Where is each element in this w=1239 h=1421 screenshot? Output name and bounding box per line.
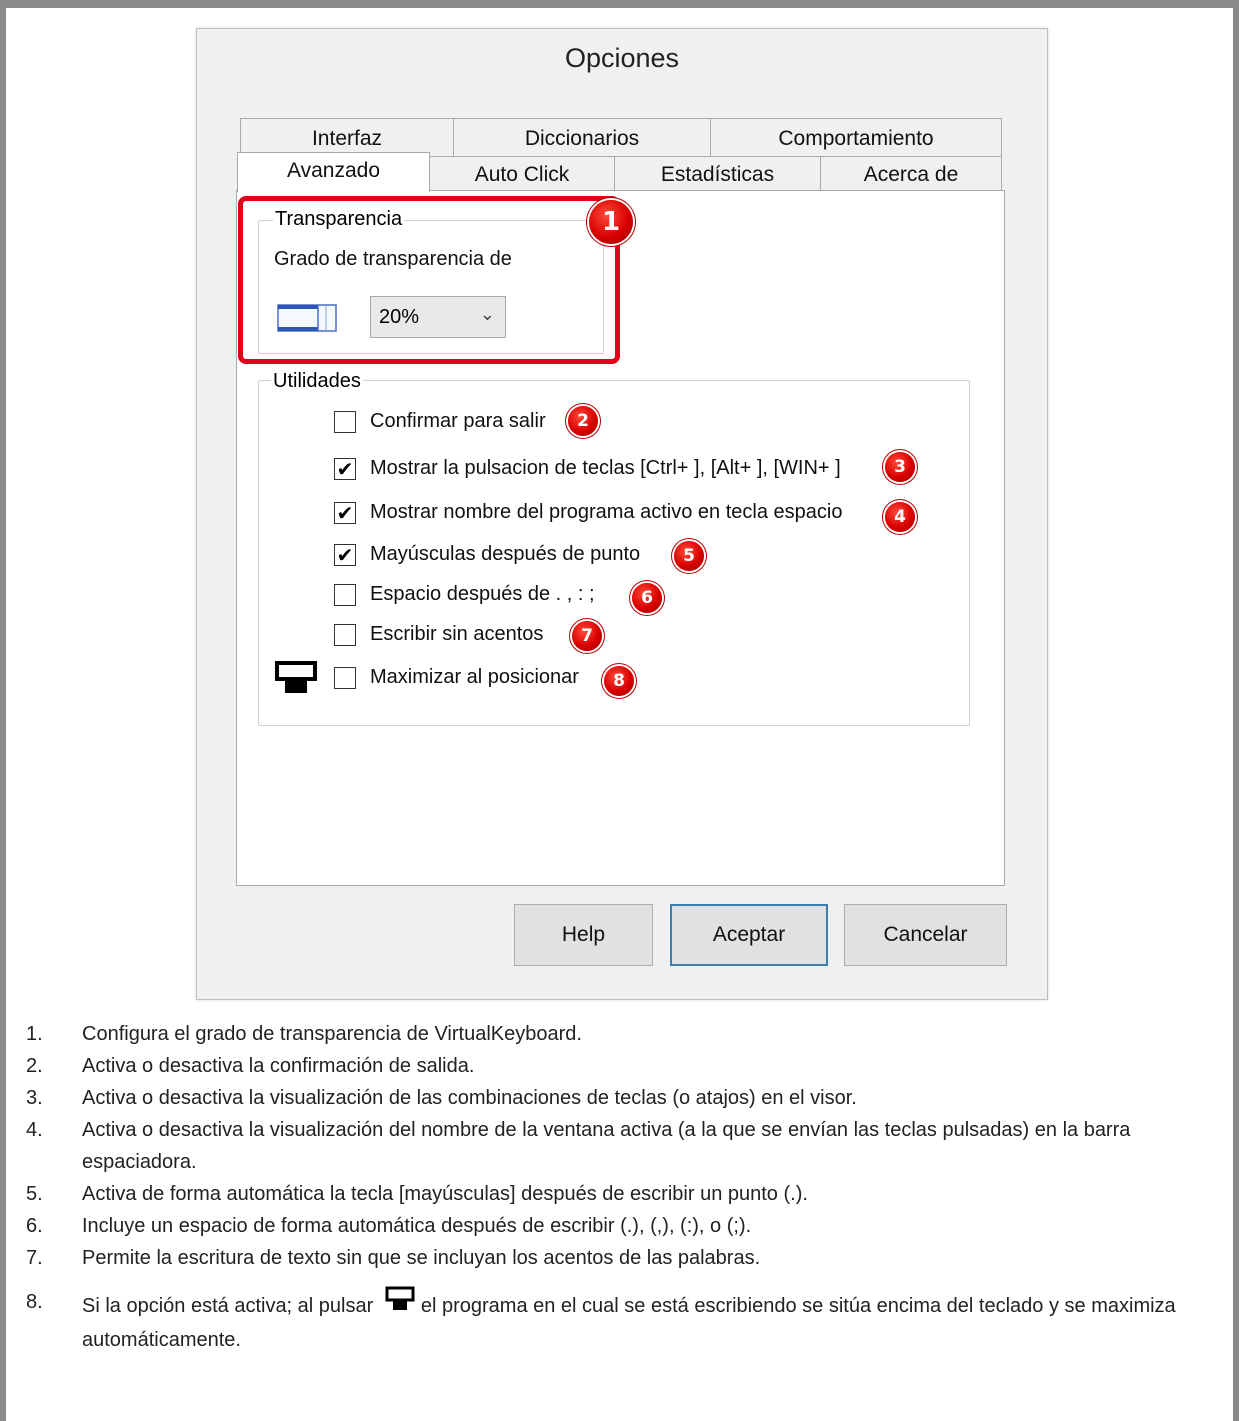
monitor-icon (275, 661, 317, 700)
cancel-button[interactable]: Cancelar (844, 904, 1007, 966)
note-item: 7. Permite la escritura de texto sin que … (26, 1247, 761, 1269)
notes-list: 1. Configura el grado de transparencia de… (26, 1018, 1216, 1356)
callout-badge-8: 8 (604, 666, 634, 696)
show-shortcuts-label: Mostrar la pulsacion de teclas [Ctrl+ ],… (370, 457, 841, 479)
maximize-on-position-label: Maximizar al posicionar (370, 666, 579, 688)
callout-badge-3: 3 (885, 452, 915, 482)
maximize-on-position-checkbox[interactable] (334, 667, 356, 689)
no-accents-checkbox[interactable] (334, 624, 356, 646)
space-after-punctuation-label: Espacio después de . , : ; (370, 583, 595, 605)
tab-comportamiento[interactable]: Comportamiento (710, 118, 1002, 158)
callout-badge-2: 2 (568, 406, 598, 436)
tab-estadisticas[interactable]: Estadísticas (614, 156, 821, 192)
monitor-icon (385, 1286, 415, 1324)
callout-badge-1: 1 (589, 200, 633, 244)
callout-badge-4: 4 (885, 502, 915, 532)
note-item: 6. Incluye un espacio de forma automática… (26, 1215, 752, 1237)
callout-badge-7: 7 (572, 621, 602, 651)
note-item: 8. Si la opción está activa; al pulsar el… (26, 1286, 1216, 1356)
utilities-group-label: Utilidades (271, 370, 363, 393)
note-item: 3. Activa o desactiva la visualización de… (26, 1087, 857, 1109)
capitalize-after-period-label: Mayúsculas después de punto (370, 543, 641, 565)
help-button[interactable]: Help (514, 904, 653, 966)
tab-diccionarios[interactable]: Diccionarios (453, 118, 711, 158)
callout-badge-6: 6 (632, 583, 662, 613)
note-item: 2. Activa o desactiva la confirmación de … (26, 1055, 475, 1077)
no-accents-label: Escribir sin acentos (370, 623, 544, 645)
note-item: 5. Activa de forma automática la tecla [m… (26, 1183, 808, 1205)
highlight-box (238, 196, 620, 364)
show-program-name-label: Mostrar nombre del programa activo en te… (370, 501, 843, 523)
confirm-exit-label: Confirmar para salir (370, 410, 546, 432)
callout-badge-5: 5 (674, 541, 704, 571)
ok-button[interactable]: Aceptar (670, 904, 828, 966)
tab-auto-click[interactable]: Auto Click (429, 156, 615, 192)
capitalize-after-period-checkbox[interactable]: ✔ (334, 544, 356, 566)
note-item: 1. Configura el grado de transparencia de… (26, 1023, 582, 1045)
space-after-punctuation-checkbox[interactable] (334, 584, 356, 606)
dialog-title: Opciones (564, 43, 680, 73)
confirm-exit-checkbox[interactable] (334, 411, 356, 433)
note-item: 4. Activa o desactiva la visualización de… (26, 1119, 1131, 1173)
tab-acerca-de[interactable]: Acerca de (820, 156, 1002, 192)
show-shortcuts-checkbox[interactable]: ✔ (334, 458, 356, 480)
show-program-name-checkbox[interactable]: ✔ (334, 502, 356, 524)
tab-avanzado[interactable]: Avanzado (237, 152, 430, 192)
